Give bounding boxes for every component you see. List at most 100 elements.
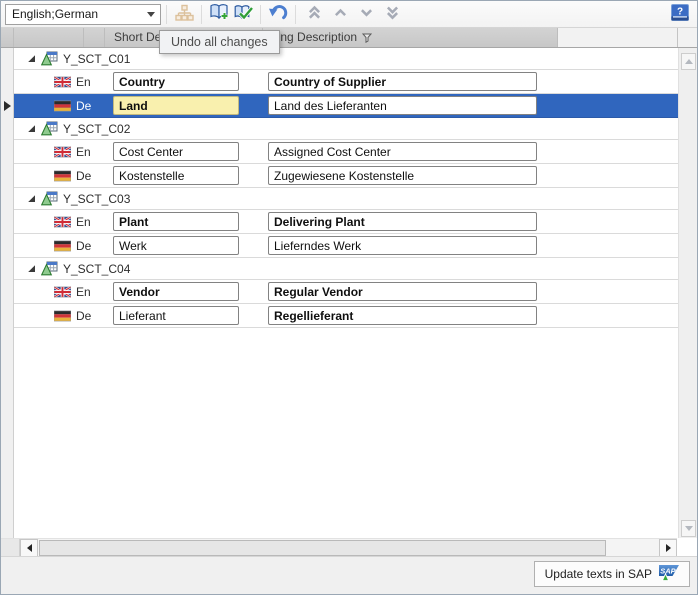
translation-row[interactable]: De: [14, 304, 678, 328]
short-description-input[interactable]: [113, 236, 239, 255]
toolbar-separator: [295, 5, 296, 24]
toolbar-separator: [260, 5, 261, 24]
header-tree-cell: [14, 28, 84, 47]
long-description-input[interactable]: [268, 72, 537, 91]
scrollbar-right-arrow[interactable]: [659, 539, 677, 557]
short-description-input[interactable]: [113, 96, 239, 115]
vertical-scrollbar[interactable]: [678, 48, 697, 538]
update-texts-in-sap-button[interactable]: Update texts in SAP SAP: [534, 561, 690, 587]
tree-expander-icon[interactable]: [26, 193, 37, 204]
short-description-input[interactable]: [113, 306, 239, 325]
language-code-label: En: [76, 145, 91, 159]
book-add-button[interactable]: [207, 3, 231, 26]
translation-row[interactable]: En: [14, 280, 678, 304]
language-code-label: De: [76, 309, 91, 323]
language-flag-icon: [54, 76, 71, 88]
help-book-icon: ?: [670, 3, 690, 25]
short-description-input[interactable]: [113, 72, 239, 91]
table-object-icon: [41, 51, 58, 66]
long-description-input[interactable]: [268, 166, 537, 185]
header-indicator-cell: [1, 28, 14, 47]
svg-text:?: ?: [677, 7, 683, 18]
undo-all-changes-button[interactable]: [266, 3, 290, 26]
chevron-down-icon[interactable]: [142, 12, 160, 17]
tree-group-row[interactable]: Y_SCT_C03: [14, 188, 678, 210]
language-flag-icon: [54, 310, 71, 322]
short-description-input[interactable]: [113, 212, 239, 231]
tree-group-label: Y_SCT_C03: [63, 192, 130, 206]
language-selector[interactable]: English;German: [5, 4, 161, 25]
language-code-label: En: [76, 285, 91, 299]
long-description-input[interactable]: [268, 96, 537, 115]
book-check-icon: [233, 3, 254, 25]
language-flag-icon: [54, 216, 71, 228]
short-description-input[interactable]: [113, 166, 239, 185]
scrollbar-down-arrow[interactable]: [681, 520, 696, 537]
toolbar-separator: [166, 5, 167, 24]
tree-group-label: Y_SCT_C02: [63, 122, 130, 136]
status-bar: Update texts in SAP SAP: [1, 556, 697, 594]
chevron-up-icon: [333, 5, 348, 23]
translation-row[interactable]: En: [14, 70, 678, 94]
row-indicator-strip: [1, 48, 14, 538]
hierarchy-button: [172, 3, 196, 26]
horizontal-scrollbar-thumb[interactable]: [39, 540, 606, 556]
scroll-bottom-button[interactable]: [380, 3, 404, 26]
grid-rows: Y_SCT_C01 En De: [14, 48, 678, 538]
language-code-label: En: [76, 215, 91, 229]
tree-group-label: Y_SCT_C01: [63, 52, 130, 66]
translation-row[interactable]: De: [14, 164, 678, 188]
tree-expander-icon[interactable]: [26, 53, 37, 64]
tree-group-row[interactable]: Y_SCT_C01: [14, 48, 678, 70]
language-flag-icon: [54, 240, 71, 252]
help-button[interactable]: ?: [667, 3, 693, 26]
sap-upload-icon: SAP: [659, 565, 679, 584]
book-check-button[interactable]: [231, 3, 255, 26]
scroll-down-button[interactable]: [354, 3, 378, 26]
translation-tool-window: English;German: [0, 0, 698, 595]
language-flag-icon: [54, 146, 71, 158]
long-description-input[interactable]: [268, 282, 537, 301]
long-description-input[interactable]: [268, 142, 537, 161]
translation-row[interactable]: En: [14, 210, 678, 234]
org-hierarchy-icon: [175, 4, 194, 25]
language-flag-icon: [54, 170, 71, 182]
tree-group-row[interactable]: Y_SCT_C02: [14, 118, 678, 140]
scroll-top-button[interactable]: [302, 3, 326, 26]
scroll-up-button[interactable]: [328, 3, 352, 26]
book-add-icon: [209, 3, 230, 25]
translation-row[interactable]: De: [14, 94, 678, 118]
table-object-icon: [41, 261, 58, 276]
language-code-label: De: [76, 99, 91, 113]
short-description-input[interactable]: [113, 282, 239, 301]
header-long-description[interactable]: Long Description: [263, 28, 558, 47]
header-scrollbar-cap: [678, 28, 697, 47]
scrollbar-up-arrow[interactable]: [681, 53, 696, 70]
language-code-label: En: [76, 75, 91, 89]
double-chevron-up-icon: [307, 5, 322, 23]
table-object-icon: [41, 191, 58, 206]
long-description-input[interactable]: [268, 236, 537, 255]
language-flag-icon: [54, 286, 71, 298]
tree-expander-icon[interactable]: [26, 123, 37, 134]
tree-expander-icon[interactable]: [26, 263, 37, 274]
scrollbar-left-arrow[interactable]: [20, 539, 38, 557]
long-description-header-label: Long Description: [267, 28, 357, 47]
language-code-label: De: [76, 239, 91, 253]
long-description-input[interactable]: [268, 212, 537, 231]
horizontal-scrollbar[interactable]: [1, 538, 677, 557]
translation-row[interactable]: En: [14, 140, 678, 164]
tree-group-row[interactable]: Y_SCT_C04: [14, 258, 678, 280]
tooltip: Undo all changes: [159, 30, 280, 54]
table-object-icon: [41, 121, 58, 136]
toolbar-separator: [201, 5, 202, 24]
header-filler: [558, 28, 678, 47]
short-description-input[interactable]: [113, 142, 239, 161]
filter-funnel-icon[interactable]: [362, 33, 372, 43]
language-code-label: De: [76, 169, 91, 183]
header-language-cell: [84, 28, 105, 47]
scrollbar-corner: [1, 539, 20, 557]
current-row-indicator-icon: [4, 101, 11, 111]
long-description-input[interactable]: [268, 306, 537, 325]
translation-row[interactable]: De: [14, 234, 678, 258]
